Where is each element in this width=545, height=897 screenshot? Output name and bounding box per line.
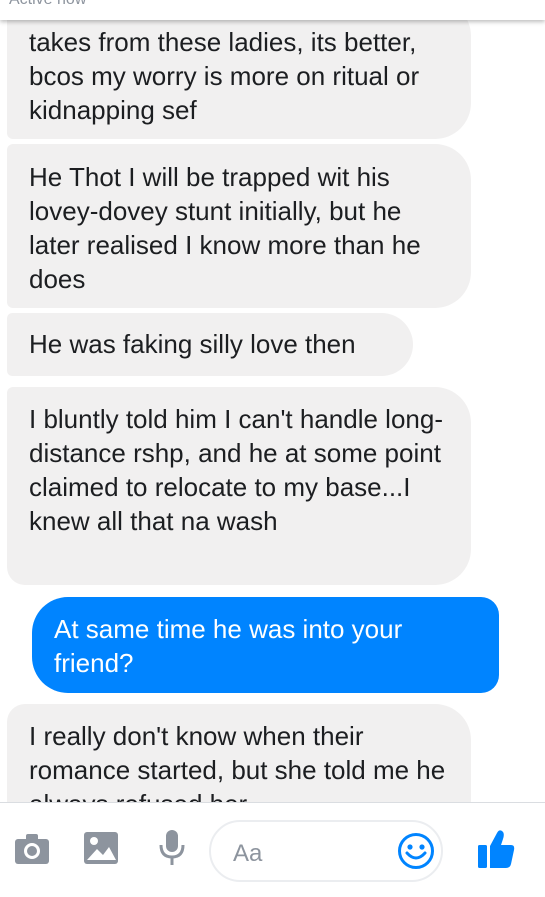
received-message[interactable]: takes from these ladies, its better, bco…	[7, 20, 471, 139]
camera-icon[interactable]	[14, 833, 50, 865]
received-message[interactable]: He Thot I will be trapped wit his lovey-…	[7, 144, 471, 308]
received-message[interactable]: I bluntly told him I can't handle long-d…	[7, 387, 471, 585]
conversation-header: Active now	[0, 0, 545, 20]
microphone-icon[interactable]	[158, 829, 186, 867]
active-status: Active now	[9, 0, 86, 9]
sent-message[interactable]: At same time he was into your friend?	[32, 597, 499, 693]
emoji-icon[interactable]	[397, 832, 435, 870]
thumbs-up-icon[interactable]	[477, 829, 515, 869]
received-message[interactable]: He was faking silly love then	[7, 313, 413, 376]
message-thread[interactable]: takes from these ladies, its better, bco…	[0, 20, 545, 802]
received-message[interactable]: I really don't know when their romance s…	[7, 704, 471, 802]
gallery-icon[interactable]	[83, 831, 119, 865]
message-input-placeholder: Aa	[233, 840, 263, 867]
composer-bar: Aa	[0, 802, 545, 897]
